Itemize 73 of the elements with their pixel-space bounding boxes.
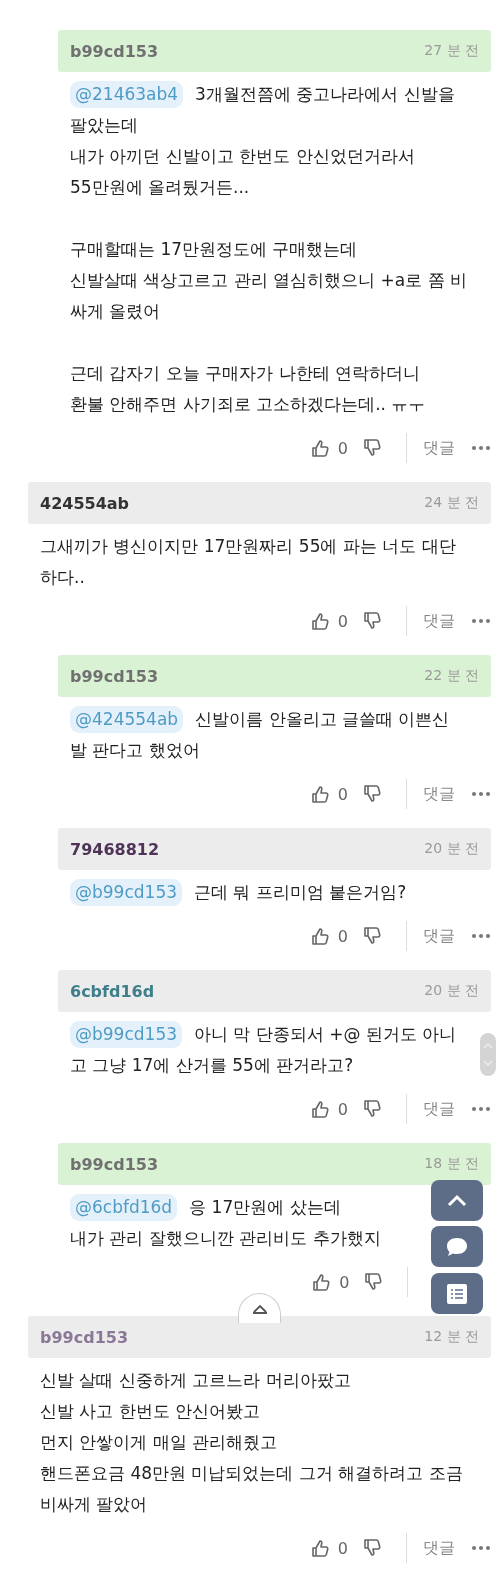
- author-name[interactable]: b99cd153: [40, 1327, 129, 1347]
- more-icon[interactable]: [471, 933, 491, 939]
- comment-text: 고 그냥 17에 산거를 55에 판거라고?: [70, 1055, 354, 1075]
- comment-text: 내가 관리 잘했으니깐 관리비도 추가했지: [70, 1228, 381, 1248]
- comment-text: 신발 살때 신중하게 고르느라 머리아팠고 신발 사고 한번도 안신어봤고 먼지 안쌓이게 매일 관리해줬고 핸드폰요금 48만원 미납되었는데 그거 해결하려고 조금 비싸게 팔았어: [40, 1370, 463, 1514]
- thumbs-up-icon[interactable]: [309, 784, 330, 804]
- thumbs-down-icon[interactable]: [362, 611, 382, 631]
- thumbs-down-icon[interactable]: [362, 1099, 382, 1119]
- more-icon[interactable]: [471, 1106, 491, 1112]
- thumbs-down-icon[interactable]: [362, 438, 382, 458]
- reply-link[interactable]: 댓글: [423, 925, 455, 947]
- like-count: 0: [337, 611, 348, 631]
- thumbs-down-icon[interactable]: [362, 784, 382, 804]
- like-count: 0: [337, 926, 348, 946]
- comment-time: 22 분 전: [424, 667, 479, 685]
- comment-time: 24 분 전: [424, 494, 479, 512]
- more-icon[interactable]: [471, 791, 491, 797]
- chat-bubble-icon: [444, 1235, 470, 1258]
- comment-time: 18 분 전: [424, 1155, 479, 1173]
- chevron-up-icon: [251, 1303, 268, 1314]
- like-count: 0: [337, 784, 348, 804]
- comment-text: 응 17만원에 샀는데: [189, 1197, 341, 1217]
- thumbs-down-icon[interactable]: [362, 1538, 382, 1558]
- more-icon[interactable]: [471, 618, 491, 624]
- comment-time: 27 분 전: [424, 42, 479, 60]
- comment-text: 아니 막 단종되서 +@ 된거도 아니: [194, 1024, 457, 1044]
- author-name[interactable]: b99cd153: [70, 1154, 159, 1174]
- comment-text: 구매할때는 17만원정도에 구매했는데 신발살때 색상고르고 관리 열심히했으니 +a로 쫌 비 싸게 올렸어: [70, 239, 468, 321]
- thumbs-up-icon[interactable]: [309, 1099, 330, 1119]
- list-icon: [444, 1282, 470, 1305]
- comment-text: 그새끼가 병신이지만 17만원짜리 55에 파는 너도 대단 하다..: [40, 536, 456, 587]
- comment-time: 20 분 전: [424, 840, 479, 858]
- reply-link[interactable]: 댓글: [423, 1098, 455, 1120]
- mention-tag[interactable]: @b99cd153: [70, 1021, 182, 1048]
- like-count: 0: [339, 1272, 350, 1292]
- thumbs-up-icon[interactable]: [309, 926, 330, 946]
- like-count: 0: [337, 438, 348, 458]
- chat-button[interactable]: [431, 1226, 483, 1267]
- reply-link[interactable]: 댓글: [423, 1537, 455, 1559]
- author-name[interactable]: 424554ab: [40, 493, 130, 513]
- author-name[interactable]: 79468812: [70, 839, 160, 859]
- reply-link[interactable]: 댓글: [423, 610, 455, 632]
- thumbs-up-icon[interactable]: [309, 1538, 330, 1558]
- author-name[interactable]: 6cbfd16d: [70, 981, 155, 1001]
- comment-text: 신발이름 안올리고 글쓸때 이쁜신: [195, 709, 450, 729]
- comment-time: 20 분 전: [424, 982, 479, 1000]
- comment-text: 발 판다고 했었어: [70, 740, 200, 760]
- collapse-button[interactable]: [238, 1293, 281, 1323]
- like-count: 0: [337, 1538, 348, 1558]
- comment-text: 근데 뭐 프리미엄 붙은거임?: [194, 882, 407, 902]
- mention-tag[interactable]: @21463ab4: [70, 81, 184, 108]
- list-button[interactable]: [431, 1273, 483, 1314]
- reply-link[interactable]: 댓글: [423, 783, 455, 805]
- reply-link[interactable]: 댓글: [423, 437, 455, 459]
- comment-time: 12 분 전: [424, 1328, 479, 1346]
- more-icon[interactable]: [471, 445, 491, 451]
- comment-text: 팔았는데 내가 아끼던 신발이고 한번도 안신었던거라서 55만원에 올려뒀거든...: [70, 115, 415, 197]
- thumbs-down-icon[interactable]: [362, 926, 382, 946]
- thumbs-up-icon[interactable]: [311, 1272, 332, 1292]
- mention-tag[interactable]: @6cbfd16d: [70, 1194, 178, 1221]
- more-icon[interactable]: [471, 1545, 491, 1551]
- author-name[interactable]: b99cd153: [70, 666, 159, 686]
- scroll-handle-icon[interactable]: [480, 1033, 496, 1076]
- mention-tag[interactable]: @424554ab: [70, 706, 184, 733]
- thumbs-down-icon[interactable]: [363, 1272, 384, 1292]
- thumbs-up-icon[interactable]: [309, 611, 330, 631]
- thumbs-up-icon[interactable]: [309, 438, 330, 458]
- scroll-top-button[interactable]: [431, 1180, 483, 1221]
- mention-tag[interactable]: @b99cd153: [70, 879, 182, 906]
- comment-text: 근데 갑자기 오늘 구매자가 나한테 연락하더니 환불 안해주면 사기죄로 고소하겠다는데.. ㅠㅜ: [70, 363, 426, 414]
- like-count: 0: [337, 1099, 348, 1119]
- comment-text: 3개월전쯤에 중고나라에서 신발을: [195, 84, 455, 104]
- author-name[interactable]: b99cd153: [70, 41, 159, 61]
